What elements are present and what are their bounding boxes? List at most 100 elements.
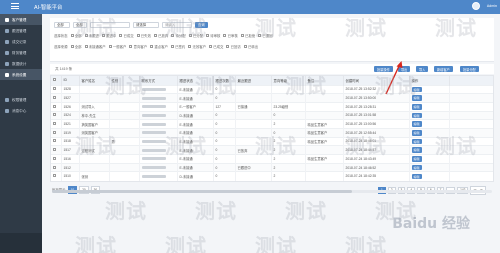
table-row[interactable]: 1516 E-未接通 0 2 精品生意客户 2018-07-24 18:43:49 编辑 bbox=[51, 154, 493, 164]
table-cell[interactable]: 编辑 bbox=[409, 171, 450, 181]
row-checkbox[interactable] bbox=[51, 119, 62, 129]
table-cell[interactable]: 编辑 bbox=[409, 93, 450, 103]
source-checkbox[interactable]: 重点客户 bbox=[150, 44, 168, 49]
source-checkbox[interactable]: 一般客户 bbox=[108, 44, 126, 49]
row-checkbox[interactable] bbox=[51, 145, 62, 155]
status-checkbox[interactable]: 已审核 bbox=[223, 33, 238, 38]
edit-button[interactable]: 编辑 bbox=[411, 95, 422, 101]
status-checkbox[interactable]: 已放弃 bbox=[153, 33, 168, 38]
sidebar-item-followup[interactable]: 跟进管理 bbox=[0, 25, 42, 36]
menu-icon[interactable] bbox=[11, 3, 19, 10]
source-checkbox[interactable]: 意向客户 bbox=[129, 44, 147, 49]
col-status[interactable]: 跟进状态 bbox=[177, 76, 214, 85]
user-name[interactable]: Admin bbox=[487, 4, 497, 8]
col-recent[interactable]: 最近跟进 bbox=[235, 76, 272, 85]
col-id[interactable]: ID bbox=[61, 76, 80, 85]
edit-button[interactable]: 编辑 bbox=[411, 147, 422, 153]
table-cell[interactable]: 编辑 bbox=[409, 162, 450, 172]
edit-button[interactable]: 编辑 bbox=[411, 86, 422, 93]
table-row[interactable]: 1518 男 E-未接通 0 2 精品生意客户 2018-07-24 18:46:01 编辑 bbox=[51, 136, 493, 146]
sidebar-item-customers[interactable]: 客户管理 bbox=[0, 14, 42, 25]
edit-button[interactable]: 编辑 bbox=[411, 138, 422, 145]
status-checkbox[interactable]: 全部 bbox=[70, 33, 82, 38]
table-cell[interactable]: 编辑 bbox=[409, 84, 450, 94]
scrollbar-thumb[interactable] bbox=[52, 190, 352, 193]
row-checkbox[interactable] bbox=[51, 162, 62, 172]
table-cell[interactable]: 编辑 bbox=[409, 136, 450, 146]
edit-button[interactable]: 编辑 bbox=[411, 129, 422, 136]
table-row[interactable]: 1517 过程测试 E-未接通 0 已放弃 2 2018-07-24 18:44:57 编辑 bbox=[51, 145, 493, 155]
edit-button[interactable]: 编辑 bbox=[411, 103, 422, 110]
table-cell[interactable]: 编辑 bbox=[409, 127, 450, 138]
table-row[interactable]: 1521 搞英国客户 E-未接通 0 2 精品生意客户 2018-07-25 13:00:5… bbox=[51, 119, 493, 129]
import-button[interactable]: 导入 bbox=[416, 66, 429, 72]
col-note[interactable]: 备注 bbox=[305, 76, 344, 85]
table-row[interactable]: 1528 E-未接通 0 2018-07-25 13:52:32 编辑 bbox=[51, 84, 493, 94]
export-button[interactable]: 导出 bbox=[398, 66, 411, 72]
status-checkbox[interactable]: 待分配 bbox=[171, 33, 186, 38]
avatar[interactable] bbox=[472, 2, 480, 10]
col-created[interactable]: 创建时间 bbox=[343, 76, 410, 85]
edit-button[interactable]: 编辑 bbox=[411, 112, 422, 119]
select-all-checkbox[interactable] bbox=[51, 76, 62, 85]
edit-button[interactable]: 编辑 bbox=[411, 173, 422, 180]
table-cell[interactable]: 编辑 bbox=[409, 145, 450, 155]
table-row[interactable]: 1512 E-未接通 0 已跟进中 2 2018-07-24 18:46:52 编辑 bbox=[51, 162, 493, 172]
row-checkbox[interactable] bbox=[51, 171, 62, 181]
sidebar-item-settings[interactable]: 系统设置 bbox=[0, 69, 42, 80]
table-row[interactable]: 1524 林中-先生 D-未接通 0 0 2018-07-25 13:01:58 编辑 bbox=[51, 110, 493, 120]
type-select[interactable]: 请选择 bbox=[133, 21, 159, 28]
status-checkbox[interactable]: 已拒绝 bbox=[240, 33, 255, 38]
sidebar-item-stats[interactable]: 数据统计 bbox=[0, 58, 42, 69]
status-checkbox[interactable]: 已退回 bbox=[258, 33, 272, 38]
table-cell[interactable]: 编辑 bbox=[409, 119, 450, 129]
sidebar-item-permissions[interactable]: 权限管理 bbox=[0, 94, 42, 105]
col-name[interactable]: 客户姓名 bbox=[79, 76, 110, 85]
sidebar-item-deals[interactable]: 成交记录 bbox=[0, 36, 42, 47]
keyword-input[interactable]: 请输入 bbox=[162, 21, 192, 28]
col-gender[interactable]: 性别 bbox=[109, 76, 140, 85]
row-checkbox[interactable] bbox=[51, 93, 62, 103]
scope-select[interactable]: 全部 bbox=[54, 21, 70, 28]
source-checkbox[interactable]: 已转出 bbox=[243, 44, 258, 49]
query-button[interactable]: 查询 bbox=[195, 21, 208, 28]
row-checkbox[interactable] bbox=[51, 110, 62, 120]
edit-button[interactable]: 编辑 bbox=[411, 164, 422, 171]
table-cell[interactable]: 编辑 bbox=[409, 101, 450, 112]
batch-button[interactable]: 批量操作 bbox=[374, 66, 393, 72]
table-row[interactable]: 1526 测试导入 E-一般客户 127 已接通 23.25级别 2018-07-25 13… bbox=[51, 101, 493, 112]
table-row[interactable]: 1527 E-未接通 0 2018-07-25 13:50:00 编辑 bbox=[51, 93, 493, 103]
search-input[interactable] bbox=[90, 21, 130, 28]
col-contact[interactable]: 联系方式 bbox=[139, 76, 178, 85]
source-checkbox[interactable]: 已签约 bbox=[170, 44, 185, 49]
status-checkbox[interactable]: 未跟进 bbox=[84, 33, 99, 38]
row-checkbox[interactable] bbox=[51, 84, 62, 94]
status-checkbox[interactable]: 已失效 bbox=[136, 33, 151, 38]
add-customer-button[interactable]: 新增客户 bbox=[434, 66, 453, 72]
source-checkbox[interactable]: 无效客户 bbox=[188, 44, 206, 49]
table-row[interactable]: 1510 张测 D-未接通 0 2 2018-07-24 18:42:35 编辑 bbox=[51, 171, 493, 181]
table-cell[interactable]: 编辑 bbox=[409, 110, 450, 120]
row-checkbox[interactable] bbox=[51, 154, 62, 164]
sidebar-item-finance[interactable]: 财务管理 bbox=[0, 47, 42, 58]
row-checkbox[interactable] bbox=[51, 136, 62, 146]
status-checkbox[interactable]: 跟进中 bbox=[101, 33, 116, 38]
sidebar-item-messages[interactable]: 消息中心 bbox=[0, 105, 42, 116]
edit-button[interactable]: 编辑 bbox=[411, 156, 422, 162]
source-checkbox[interactable]: 已成交 bbox=[209, 44, 223, 49]
row-checkbox[interactable] bbox=[51, 127, 62, 138]
status-checkbox[interactable]: 已成交 bbox=[119, 33, 134, 38]
table-cell[interactable]: 编辑 bbox=[409, 154, 450, 164]
table-row[interactable]: 1519 测英国客户 E-未接通 0 0 精品生意客户 2018-07-25 12:55:4… bbox=[51, 127, 493, 138]
row-checkbox[interactable] bbox=[51, 101, 62, 112]
source-checkbox[interactable]: 已回访 bbox=[226, 44, 241, 49]
assign-button[interactable]: 批量分配 bbox=[460, 66, 479, 72]
edit-button[interactable]: 编辑 bbox=[411, 121, 422, 127]
status-checkbox[interactable]: 已分配 bbox=[188, 33, 203, 38]
status-checkbox[interactable]: 待审核 bbox=[206, 33, 220, 38]
horizontal-scrollbar[interactable] bbox=[52, 190, 492, 193]
source-checkbox[interactable]: 未接通客户 bbox=[84, 44, 106, 49]
col-count[interactable]: 跟进次数 bbox=[213, 76, 236, 85]
col-level[interactable]: 意向等级 bbox=[271, 76, 306, 85]
field-select[interactable]: 全部 bbox=[73, 21, 87, 28]
